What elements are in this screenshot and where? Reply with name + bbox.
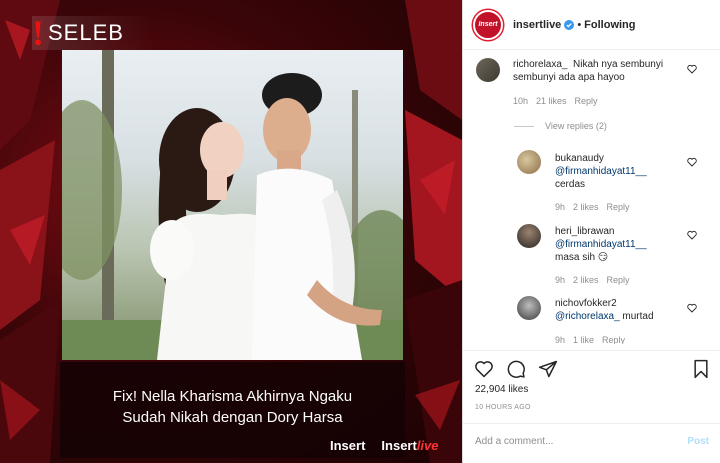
comment-meta: 9h 1 like Reply bbox=[555, 335, 633, 344]
insert-logo: Insert bbox=[330, 438, 366, 453]
reply-button[interactable]: Reply bbox=[607, 202, 630, 212]
comment-mention[interactable]: @firmanhidayat11__ bbox=[555, 238, 647, 251]
insertlive-logo: Insertlive bbox=[381, 438, 439, 453]
avatar[interactable] bbox=[517, 296, 541, 320]
comment-3: heri_librawan @firmanhidayat11__ masa si… bbox=[555, 225, 647, 264]
comment-text: masa sih 😏 bbox=[555, 252, 609, 263]
comment-likes[interactable]: 2 likes bbox=[573, 275, 599, 285]
couple-photo bbox=[62, 50, 403, 360]
comment-time: 9h bbox=[555, 275, 566, 285]
comment-time: 9h bbox=[555, 202, 566, 212]
comment-input[interactable]: Add a comment... bbox=[475, 436, 553, 447]
comment-username[interactable]: bukanaudy bbox=[555, 152, 647, 165]
comment-2: bukanaudy @firmanhidayat11__ cerdas bbox=[555, 152, 647, 191]
comment-text: cerdas bbox=[555, 179, 586, 190]
watermark-logos: Insert Insertlive bbox=[330, 438, 439, 453]
comment-list[interactable]: richorelaxa_ Nikah nya sembunyi sembunyi… bbox=[463, 52, 720, 344]
comment-likes[interactable]: 21 likes bbox=[536, 96, 567, 106]
comment-username[interactable]: nichovfokker2 bbox=[555, 297, 654, 310]
brand-label: SELEB bbox=[48, 20, 124, 45]
comment-meta: 9h 2 likes Reply bbox=[555, 275, 638, 285]
verified-icon bbox=[564, 19, 575, 30]
post-media[interactable]: ! SELEB Fix! Nella Kharisma Akhirnya Nga… bbox=[0, 0, 462, 463]
bookmark-icon[interactable] bbox=[691, 359, 711, 379]
heart-icon[interactable] bbox=[687, 64, 697, 74]
comment-1: richorelaxa_ Nikah nya sembunyi sembunyi… bbox=[513, 58, 693, 84]
comment-username[interactable]: richorelaxa_ bbox=[513, 59, 567, 70]
heart-icon[interactable] bbox=[687, 230, 697, 240]
separator-dot: • bbox=[577, 18, 582, 31]
reply-button[interactable]: Reply bbox=[575, 96, 598, 106]
post-timestamp: 10 HOURS AGO bbox=[475, 404, 531, 411]
comment-meta: 10h 21 likes Reply bbox=[513, 96, 606, 106]
reply-button[interactable]: Reply bbox=[602, 335, 625, 344]
post-button[interactable]: Post bbox=[687, 436, 709, 447]
comment-time: 10h bbox=[513, 96, 529, 106]
comment-text: murtad bbox=[622, 311, 654, 322]
add-comment-bar: Add a comment... Post bbox=[463, 423, 720, 463]
headline-line-1: Fix! Nella Kharisma Akhirnya Ngaku bbox=[112, 388, 353, 405]
post-sidebar: Insert insertlive • Following richorelax… bbox=[462, 0, 720, 463]
divider bbox=[514, 126, 534, 127]
view-replies-button[interactable]: View replies (2) bbox=[545, 121, 607, 131]
avatar[interactable] bbox=[517, 224, 541, 248]
heart-icon[interactable] bbox=[474, 359, 494, 379]
avatar[interactable] bbox=[476, 58, 500, 82]
reply-button[interactable]: Reply bbox=[607, 275, 630, 285]
post-header: Insert insertlive • Following bbox=[463, 0, 720, 50]
comment-4: nichovfokker2 @richorelaxa_ murtad bbox=[555, 297, 654, 323]
comment-time: 9h bbox=[555, 335, 566, 344]
comment-username[interactable]: heri_librawan bbox=[555, 225, 647, 238]
avatar[interactable] bbox=[517, 150, 541, 174]
seleb-brand-tag: ! SELEB bbox=[32, 13, 154, 53]
heart-icon[interactable] bbox=[687, 157, 697, 167]
comment-icon[interactable] bbox=[506, 359, 526, 379]
post-username[interactable]: insertlive bbox=[513, 19, 561, 31]
comment-likes[interactable]: 1 like bbox=[573, 335, 594, 344]
share-icon[interactable] bbox=[538, 359, 558, 379]
exclamation-icon: ! bbox=[32, 13, 44, 53]
comment-meta: 9h 2 likes Reply bbox=[555, 202, 638, 212]
avatar[interactable]: Insert bbox=[473, 9, 503, 40]
likes-count[interactable]: 22,904 likes bbox=[475, 384, 528, 395]
headline-line-2: Sudah Nikah dengan Dory Harsa bbox=[122, 409, 343, 426]
action-bar: 22,904 likes 10 HOURS AGO bbox=[463, 350, 720, 411]
following-button[interactable]: Following bbox=[584, 19, 635, 31]
heart-icon[interactable] bbox=[687, 303, 697, 313]
comment-mention[interactable]: @firmanhidayat11__ bbox=[555, 165, 647, 178]
comment-likes[interactable]: 2 likes bbox=[573, 202, 599, 212]
comment-mention[interactable]: @richorelaxa_ bbox=[555, 311, 620, 322]
